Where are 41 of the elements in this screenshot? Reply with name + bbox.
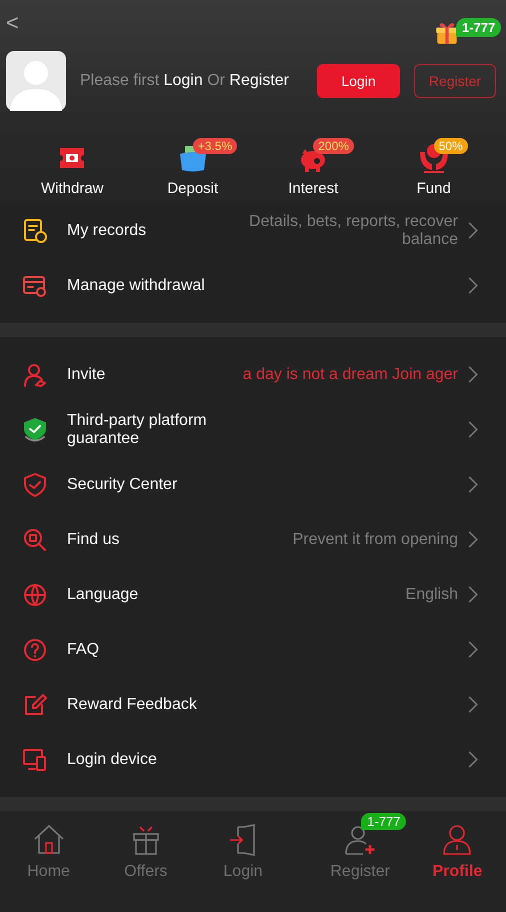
menu-item[interactable]: Find us Prevent it from opening bbox=[0, 512, 506, 567]
bonus-badge: 200% bbox=[313, 138, 354, 154]
bonus-badge: +3.5% bbox=[192, 138, 238, 154]
menu-item[interactable]: Manage withdrawal bbox=[0, 258, 506, 313]
quick-action[interactable]: Withdraw bbox=[22, 142, 122, 197]
menu-item[interactable]: Security Center bbox=[0, 457, 506, 512]
edit-icon bbox=[22, 692, 48, 718]
menu-item[interactable]: Login device bbox=[0, 732, 506, 787]
chevron-icon bbox=[468, 641, 478, 658]
menu-item[interactable]: Language English bbox=[0, 567, 506, 622]
help-icon bbox=[22, 636, 48, 662]
home-icon bbox=[32, 823, 66, 857]
chevron-icon bbox=[468, 586, 478, 603]
chevron-icon bbox=[468, 277, 478, 294]
login-prompt: Please first Login Or Register bbox=[80, 72, 290, 90]
bonus-badge: 50% bbox=[434, 138, 468, 154]
bonus-badge: 1-777 bbox=[456, 18, 502, 37]
shield-check-icon bbox=[22, 416, 48, 442]
login-button[interactable]: Login bbox=[317, 64, 400, 98]
chevron-icon bbox=[468, 421, 478, 438]
globe-icon bbox=[22, 582, 48, 608]
document-icon bbox=[22, 218, 48, 244]
shield-icon bbox=[22, 472, 48, 498]
search-icon bbox=[22, 526, 48, 552]
chevron-icon bbox=[468, 696, 478, 713]
menu-item[interactable]: Invite a day is not a dream Join ager bbox=[0, 347, 506, 402]
menu-item[interactable]: Third-party platform guarantee bbox=[0, 402, 506, 457]
chevron-icon bbox=[468, 531, 478, 548]
gift-icon bbox=[434, 20, 460, 46]
chevron-icon bbox=[468, 751, 478, 768]
back-button[interactable]: < bbox=[6, 12, 19, 34]
chevron-icon bbox=[468, 366, 478, 383]
menu-item[interactable]: Reward Feedback bbox=[0, 677, 506, 732]
chevron-icon bbox=[468, 476, 478, 493]
menu-item[interactable]: My records Details, bets, reports, recover balance bbox=[0, 203, 506, 258]
devices-icon bbox=[22, 746, 48, 772]
chevron-icon bbox=[468, 222, 478, 239]
bonus-badge: 1-777 bbox=[361, 813, 406, 830]
menu-item[interactable]: FAQ bbox=[0, 622, 506, 677]
avatar bbox=[6, 51, 66, 111]
person-icon bbox=[22, 362, 48, 388]
